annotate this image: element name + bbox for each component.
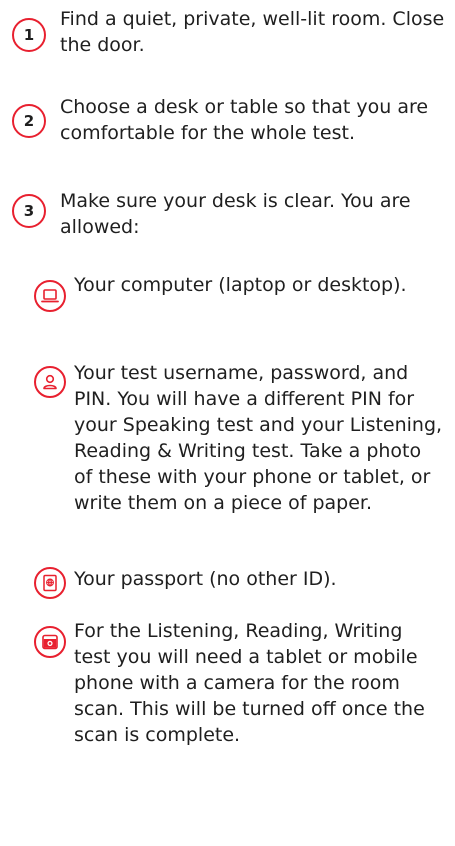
step-number-badge: 3: [12, 194, 46, 228]
step-number-badge: 1: [12, 18, 46, 52]
step-text: Find a quiet, private, well-lit room. Cl…: [60, 8, 445, 56]
allowed-item-text: Your test username, password, and PIN. Y…: [74, 362, 443, 514]
step-text: Choose a desk or table so that you are c…: [60, 96, 429, 144]
allowed-item-text: Your computer (laptop or desktop).: [74, 274, 407, 296]
step-number-badge: 2: [12, 104, 46, 138]
allowed-item-text: For the Listening, Reading, Writing test…: [74, 620, 425, 746]
laptop-icon: [34, 280, 66, 312]
step-text: Make sure your desk is clear. You are al…: [60, 190, 411, 238]
person-icon: [34, 366, 66, 398]
camera-phone-icon: [34, 626, 66, 658]
passport-icon: [34, 567, 66, 599]
allowed-item-text: Your passport (no other ID).: [74, 568, 337, 590]
